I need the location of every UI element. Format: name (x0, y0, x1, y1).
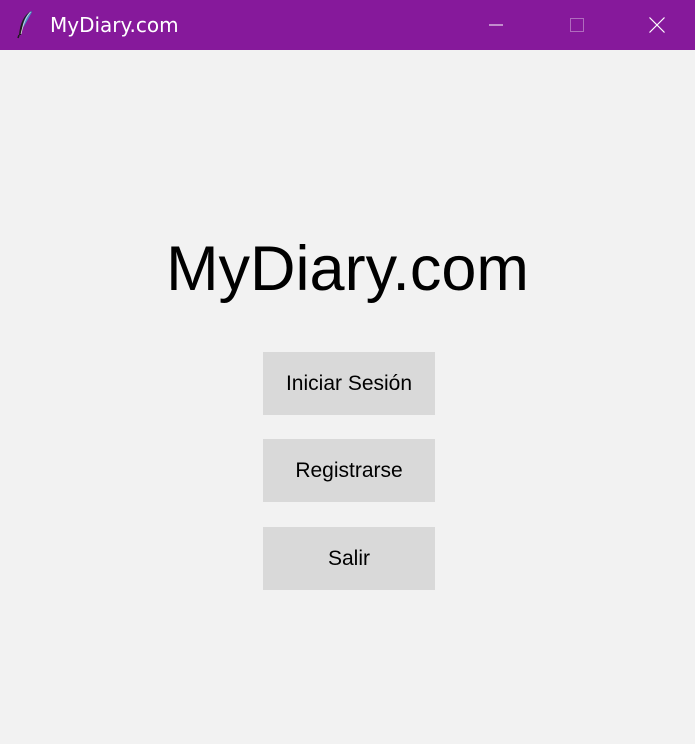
login-button[interactable]: Iniciar Sesión (263, 352, 435, 415)
maximize-button[interactable] (537, 0, 617, 50)
title-bar[interactable]: MyDiary.com (0, 0, 695, 50)
main-panel: MyDiary.com Iniciar Sesión Registrarse S… (0, 50, 695, 744)
minimize-button[interactable] (456, 0, 536, 50)
app-heading: MyDiary.com (166, 234, 529, 304)
window-title: MyDiary.com (50, 13, 179, 37)
feather-icon (16, 9, 36, 39)
close-icon (648, 17, 665, 33)
minimize-icon (489, 18, 503, 32)
register-button[interactable]: Registrarse (263, 439, 435, 502)
close-button[interactable] (618, 0, 695, 50)
exit-button[interactable]: Salir (263, 527, 435, 590)
maximize-icon (570, 18, 584, 32)
